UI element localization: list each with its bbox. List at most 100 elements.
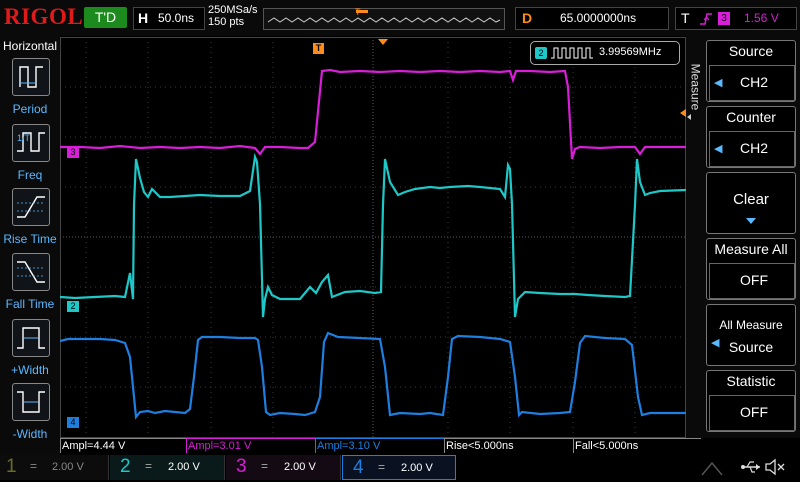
memory-points: 150 pts [208,16,245,28]
measure-all-value-box: OFF [709,263,795,299]
acquisition-info: 250MSa/s 150 pts [208,4,258,28]
all-measure-title: All Measure [719,318,783,332]
statistic-value-box: OFF [709,395,795,431]
positive-width-label: +Width [11,363,49,377]
channel-number: 4 [353,457,364,478]
memory-trigger-marker: T [355,7,361,17]
frequency-counter-readout: 2 3.99569MHz [530,41,680,65]
channel-status-bar: 1 = 2.00 V 2 = 2.00 V 3 = 2.00 V 4 = 2.0… [0,455,800,480]
measurement-results-bar: Ampl=4.44 V Ampl=3.01 V Ampl=3.10 V Rise… [60,438,701,453]
ch3-offset-marker[interactable]: 3 [67,147,79,158]
frequency-icon: 1/T [12,124,50,162]
source-value-box: ◀ CH2 [709,65,795,101]
measure-menu-label: Measure [688,63,703,111]
measure-menu: Measure Source ◀ CH2 Counter ◀ CH2 Clear… [686,36,800,438]
channel-number: 1 [6,456,17,477]
clear-dropdown-icon [746,218,756,224]
source-value: CH2 [739,74,768,90]
brand-logo: RIGOL [4,4,84,29]
channel-4-tab[interactable]: 4 = 2.00 V [342,455,456,480]
horizontal-measure-menu: Horizontal Period 1/T Freq Rise Time Fal… [0,36,60,458]
counter-value-setting: CH2 [739,140,768,156]
measurement-item[interactable]: Ampl=4.44 V [60,438,186,453]
statistic-value: OFF [740,404,768,420]
horizontal-label: H [138,10,149,26]
measure-positive-width-button[interactable]: +Width [0,319,60,383]
positive-width-icon [12,319,50,357]
ch4-trace [59,331,686,420]
run-stop-status[interactable]: T'D [84,7,127,28]
measure-negative-width-button[interactable]: -Width [0,383,60,447]
speaker-mute-icon[interactable] [764,458,786,481]
all-measure-source-button[interactable]: All Measure ◀ Source [706,304,796,366]
negative-width-icon [12,383,50,421]
menu-side-label: Measure [686,36,704,438]
delay-value: 65.0000000ns [560,11,637,25]
trigger-box[interactable]: T 3 1.56 V [675,7,797,30]
measure-rise-time-button[interactable]: Rise Time [0,188,60,252]
channel-scale: 2.00 V [168,461,200,473]
waveform-grid [59,37,687,438]
measure-all-button[interactable]: Measure All OFF [706,238,796,300]
trigger-label: T [681,10,690,26]
measurement-item[interactable]: Rise<5.000ns [444,438,573,453]
rise-time-label: Rise Time [3,232,57,246]
fall-time-label: Fall Time [5,297,55,311]
channel-2-tab[interactable]: 2 = 2.00 V [110,455,225,480]
clear-button[interactable]: Clear [706,172,796,234]
channel-number: 2 [120,456,131,477]
trigger-source: 3 [718,12,730,25]
delay-box[interactable]: D 65.0000000ns [515,7,669,30]
memory-waveform-preview [267,10,501,23]
source-button[interactable]: Source ◀ CH2 [706,40,796,102]
counter-button[interactable]: Counter ◀ CH2 [706,106,796,168]
svg-text:1/T: 1/T [17,133,31,143]
all-measure-source-label: Source [728,339,774,355]
fall-time-icon [12,253,50,291]
counter-channel-badge: 2 [535,47,547,59]
negative-width-label: -Width [12,427,48,441]
period-label: Period [12,102,48,116]
freq-label: Freq [17,168,43,182]
trigger-edge-icon [700,13,712,25]
channel-scale: 2.00 V [401,462,433,474]
dc-coupling-icon: = [378,460,386,474]
channel-scale: 2.00 V [284,461,316,473]
top-status-bar: RIGOL T'D H 50.0ns 250MSa/s 150 pts T D … [0,0,800,36]
horizontal-scale-box[interactable]: H 50.0ns [133,7,205,30]
channel-scale: 2.00 V [52,461,84,473]
trigger-position-marker[interactable]: T [313,43,324,54]
waveform-display[interactable]: T 3 2 4 2 3.99569MHz [59,37,687,438]
memory-depth-strip[interactable]: T [263,7,505,30]
source-title: Source [728,43,774,59]
measure-fall-time-button[interactable]: Fall Time [0,253,60,317]
measurement-item[interactable]: Ampl=3.01 V [186,438,315,453]
dc-coupling-icon: = [261,459,269,473]
ch2-offset-marker[interactable]: 2 [67,301,79,312]
ch4-offset-marker[interactable]: 4 [67,417,79,428]
measurement-item[interactable]: Fall<5.000ns [573,438,701,453]
period-icon [12,58,50,96]
statistic-title: Statistic [726,373,776,389]
channel-number: 3 [236,456,247,477]
channel-bar-decoration [700,459,724,477]
counter-value-box: ◀ CH2 [709,131,795,167]
measure-all-value: OFF [740,272,768,288]
measure-period-button[interactable]: Period [0,58,60,122]
measurement-item[interactable]: Ampl=3.10 V [315,438,444,453]
statistic-button[interactable]: Statistic OFF [706,370,796,432]
rise-time-icon [12,188,50,226]
counter-value: 3.99569MHz [599,46,662,58]
timebase-value: 50.0ns [158,11,195,25]
square-wave-icon [551,47,593,59]
time-zero-marker [378,39,388,45]
clear-title: Clear [733,191,769,208]
channel-3-tab[interactable]: 3 = 2.00 V [226,455,341,480]
delay-label: D [522,10,533,26]
counter-title: Counter [726,109,776,125]
measure-freq-button[interactable]: 1/T Freq [0,124,60,188]
measure-all-title: Measure All [714,241,788,257]
menu-title: Horizontal [3,39,58,53]
dc-coupling-icon: = [30,459,38,473]
channel-1-tab[interactable]: 1 = 2.00 V [0,455,109,480]
